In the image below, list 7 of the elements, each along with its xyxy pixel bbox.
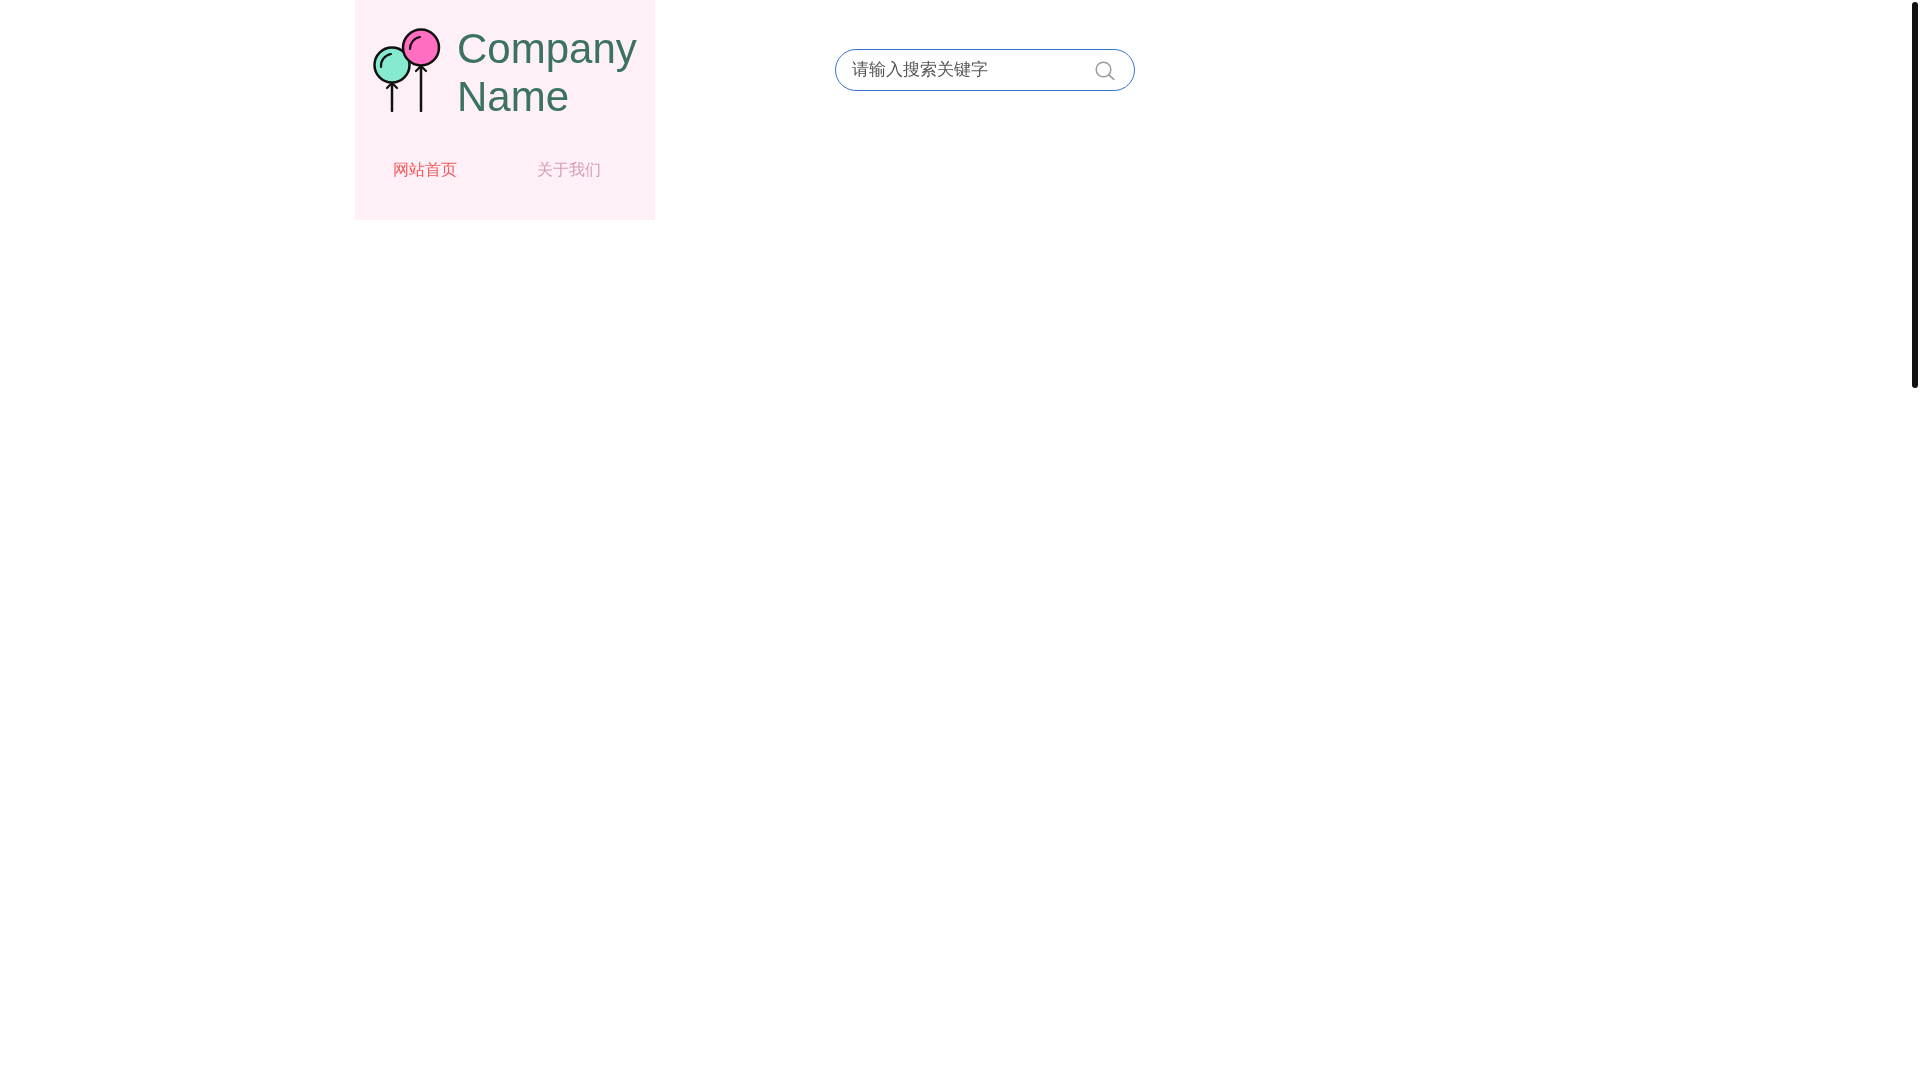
balloons-logo-icon bbox=[372, 28, 441, 112]
nav-link[interactable]: 网站首页 bbox=[393, 160, 457, 180]
scrollbar-thumb[interactable] bbox=[1912, 2, 1918, 388]
search-icon[interactable] bbox=[1095, 61, 1115, 80]
nav-link[interactable]: 关于我们 bbox=[537, 160, 601, 180]
search-field[interactable]: 请输入搜索关键字 bbox=[835, 49, 1135, 91]
company-name: Company Name bbox=[457, 25, 638, 121]
